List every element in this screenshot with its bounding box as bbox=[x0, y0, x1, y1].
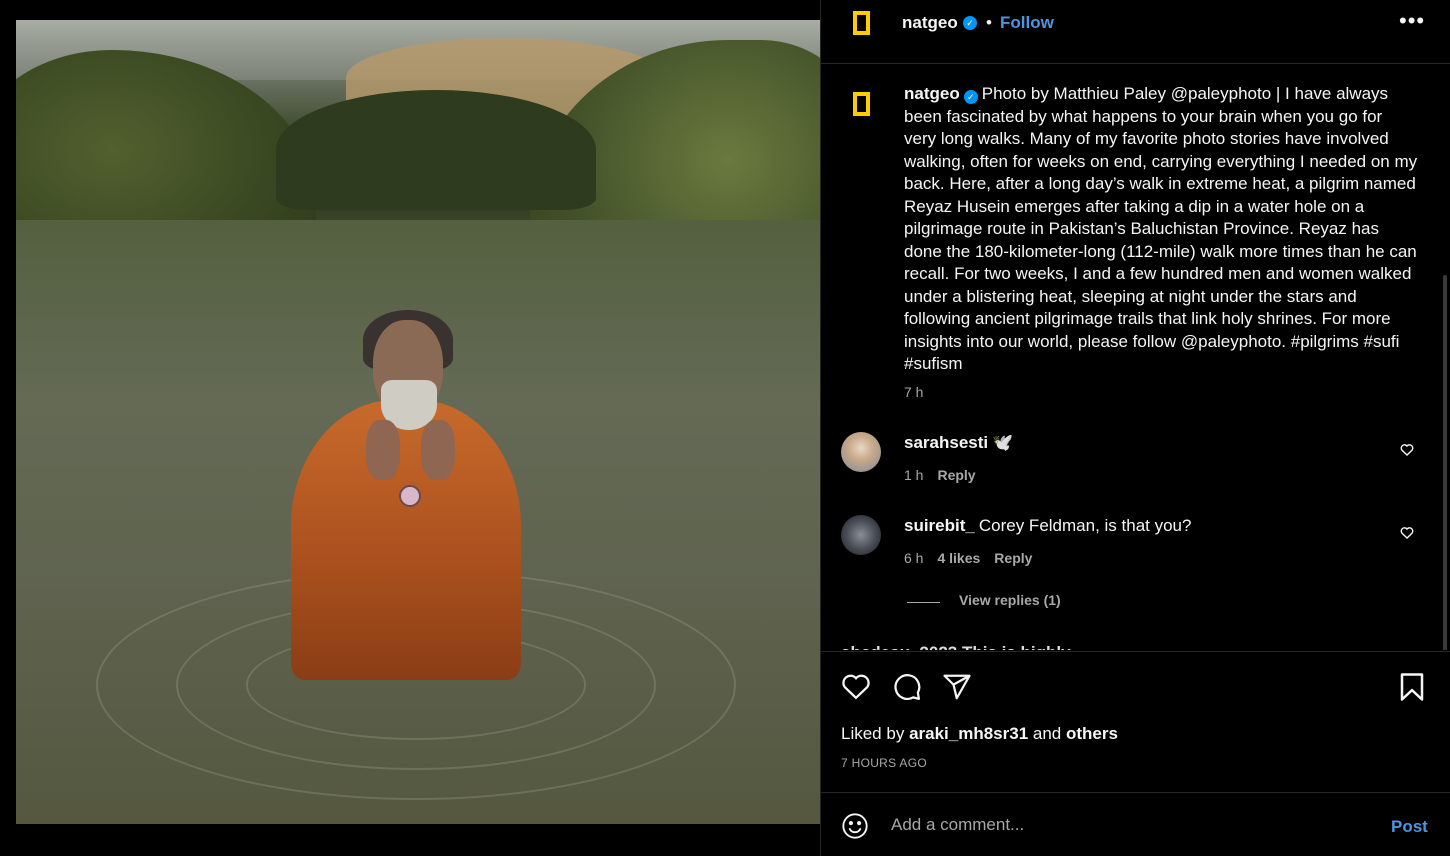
liked-by-user-link[interactable]: araki_mh8sr31 bbox=[909, 724, 1028, 743]
comment-likes-count[interactable]: 4 likes bbox=[937, 550, 980, 566]
caption-timestamp: 7 h bbox=[904, 384, 937, 400]
commenter-avatar[interactable] bbox=[841, 515, 881, 555]
follow-button[interactable]: Follow bbox=[1000, 13, 1054, 33]
view-replies-line bbox=[907, 602, 940, 603]
liked-by-and: and bbox=[1032, 724, 1062, 743]
comment-username[interactable]: suirebit_ bbox=[904, 516, 975, 535]
header-separator: • bbox=[986, 13, 992, 32]
pilgrim-pendant bbox=[399, 485, 421, 507]
instagram-post-viewer: natgeo ✓ • Follow ••• natgeo ✓ Photo by Ma… bbox=[0, 0, 1450, 856]
add-comment-input[interactable] bbox=[891, 811, 1361, 839]
liked-by-others-link[interactable]: others bbox=[1066, 724, 1118, 743]
like-heart-icon[interactable] bbox=[841, 672, 871, 705]
comment-item: sarahsesti 🕊️ bbox=[904, 433, 1364, 453]
comment-username[interactable]: sarahsesti bbox=[904, 433, 988, 452]
post-header: natgeo ✓ • Follow ••• bbox=[821, 0, 1450, 64]
comment-text: 🕊️ bbox=[992, 433, 1014, 452]
photo-trees-center bbox=[276, 90, 596, 210]
commenter-avatar[interactable] bbox=[841, 432, 881, 472]
comments-section[interactable]: natgeo ✓ Photo by Matthieu Paley @paleypho… bbox=[821, 65, 1450, 650]
caption-username[interactable]: natgeo bbox=[904, 84, 960, 103]
natgeo-logo-icon[interactable] bbox=[853, 11, 870, 35]
pilgrim-hand-left bbox=[366, 420, 400, 480]
comment-composer: Post bbox=[821, 792, 1450, 856]
post-comment-button[interactable]: Post bbox=[1391, 817, 1428, 837]
emoji-smiley-icon[interactable] bbox=[841, 812, 869, 845]
save-bookmark-icon[interactable] bbox=[1399, 672, 1425, 707]
liked-by-prefix: Liked by bbox=[841, 724, 905, 743]
comment-bubble-icon[interactable] bbox=[892, 672, 922, 707]
comment-like-heart-icon[interactable] bbox=[1400, 526, 1414, 542]
comment-time[interactable]: 1 h bbox=[904, 467, 923, 483]
reply-button[interactable]: Reply bbox=[994, 550, 1032, 566]
comment-item: suirebit_ Corey Feldman, is that you? bbox=[904, 516, 1364, 536]
post-actions: Liked by araki_mh8sr31 and others 7 HOUR… bbox=[821, 651, 1450, 791]
post-side-panel: natgeo ✓ • Follow ••• natgeo ✓ Photo by Ma… bbox=[820, 0, 1450, 856]
comments-scrollbar[interactable] bbox=[1443, 275, 1447, 650]
share-send-icon[interactable] bbox=[942, 672, 972, 707]
post-photo[interactable] bbox=[16, 20, 820, 824]
comment-time[interactable]: 6 h bbox=[904, 550, 923, 566]
post-caption: natgeo ✓ Photo by Matthieu Paley @paleypho… bbox=[904, 83, 1419, 376]
comment-meta: 6 h 4 likes Reply bbox=[904, 550, 1046, 566]
comment-meta: 1 h Reply bbox=[904, 467, 990, 483]
more-options-icon[interactable]: ••• bbox=[1399, 8, 1425, 34]
photo-pilgrim bbox=[281, 310, 531, 680]
view-replies-button[interactable]: View replies (1) bbox=[959, 592, 1061, 608]
pilgrim-robe bbox=[291, 400, 521, 680]
comment-text: Corey Feldman, is that you? bbox=[978, 516, 1192, 535]
post-timestamp[interactable]: 7 HOURS AGO bbox=[841, 756, 927, 770]
pilgrim-hand-right bbox=[421, 420, 455, 480]
caption-verified-badge-icon: ✓ bbox=[963, 90, 978, 104]
caption-avatar-logo-icon[interactable] bbox=[853, 92, 870, 116]
verified-badge-icon: ✓ bbox=[963, 16, 977, 30]
reply-button[interactable]: Reply bbox=[937, 467, 975, 483]
header-username[interactable]: natgeo bbox=[902, 13, 958, 33]
liked-by-text: Liked by araki_mh8sr31 and others bbox=[841, 724, 1118, 744]
comment-like-heart-icon[interactable] bbox=[1400, 443, 1414, 459]
caption-time[interactable]: 7 h bbox=[904, 384, 923, 400]
caption-text: Photo by Matthieu Paley @paleyphoto | I … bbox=[904, 84, 1418, 373]
partially-visible-comment: abcdesu_2023 This is highly ... bbox=[841, 639, 1341, 650]
